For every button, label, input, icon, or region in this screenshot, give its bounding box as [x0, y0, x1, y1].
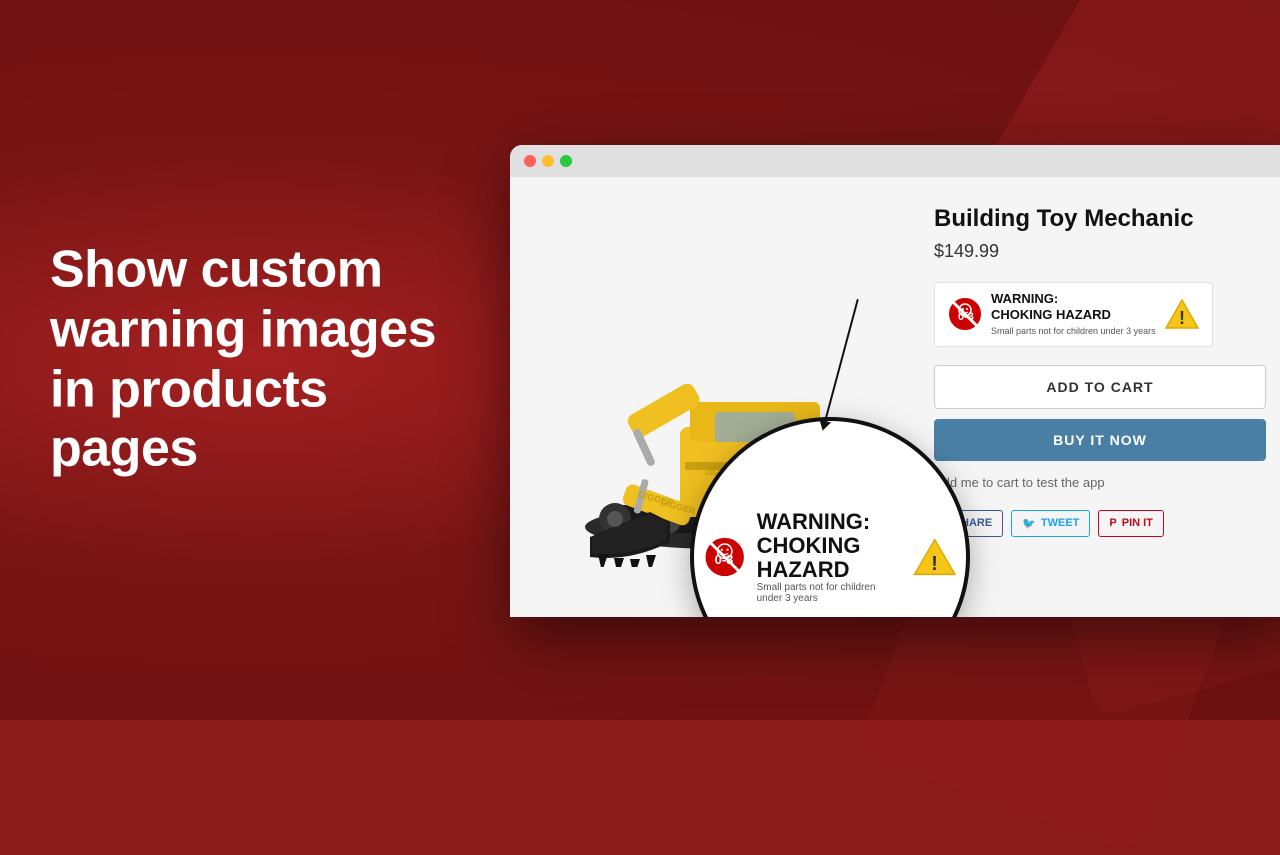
magnify-warning-label: WARNING: [757, 509, 871, 534]
svg-text:!: ! [931, 553, 938, 575]
warning-text: WARNING: CHOKING HAZARD Small parts not … [991, 291, 1156, 338]
browser-content: DIGGER DIGGER DIGGER Building Toy Mechan… [510, 177, 1280, 617]
magnify-triangle-icon: ! [913, 531, 956, 583]
warning-badge: 0-3 WARNING: CHOKING HAZARD Small parts … [934, 282, 1213, 347]
warning-label: WARNING: [991, 291, 1058, 306]
browser-toolbar [510, 145, 1280, 177]
add-to-cart-button[interactable]: ADD TO CART [934, 365, 1266, 409]
traffic-light-green[interactable] [560, 155, 572, 167]
main-heading: Show custom warning images in products p… [50, 240, 470, 479]
tweet-button[interactable]: 🐦 TWEET [1011, 510, 1090, 537]
tweet-label: TWEET [1041, 517, 1080, 529]
warning-triangle-icon: ! [1164, 298, 1200, 330]
traffic-light-yellow[interactable] [542, 155, 554, 167]
svg-text:!: ! [1179, 308, 1185, 328]
browser-window: DIGGER DIGGER DIGGER Building Toy Mechan… [510, 145, 1280, 617]
no-entry-icon: 0-3 [947, 296, 983, 332]
traffic-light-red[interactable] [524, 155, 536, 167]
magnify-sub: Small parts not for children under 3 yea… [757, 582, 904, 604]
left-text-block: Show custom warning images in products p… [50, 240, 470, 479]
magnify-content: 0-3 WARNING: CHOKING HAZARD Small parts … [690, 490, 970, 617]
twitter-icon: 🐦 [1022, 517, 1036, 530]
magnify-hazard-label: CHOKING HAZARD [757, 533, 861, 582]
pin-button[interactable]: P PIN IT [1098, 510, 1164, 537]
buy-it-now-button[interactable]: BUY IT NOW [934, 419, 1266, 461]
product-price: $149.99 [934, 241, 1266, 262]
pin-label: PIN IT [1122, 517, 1153, 529]
pinterest-icon: P [1109, 517, 1116, 529]
hazard-label: CHOKING HAZARD [991, 307, 1111, 322]
social-buttons: f SHARE 🐦 TWEET P PIN IT [934, 510, 1266, 537]
magnify-warning-text-block: WARNING: CHOKING HAZARD Small parts not … [757, 510, 904, 605]
product-title: Building Toy Mechanic [934, 205, 1266, 233]
add-me-text: Add me to cart to test the app [934, 475, 1266, 490]
warning-sub: Small parts not for children under 3 yea… [991, 326, 1156, 336]
magnify-no-entry-icon: 0-3 [703, 527, 746, 587]
